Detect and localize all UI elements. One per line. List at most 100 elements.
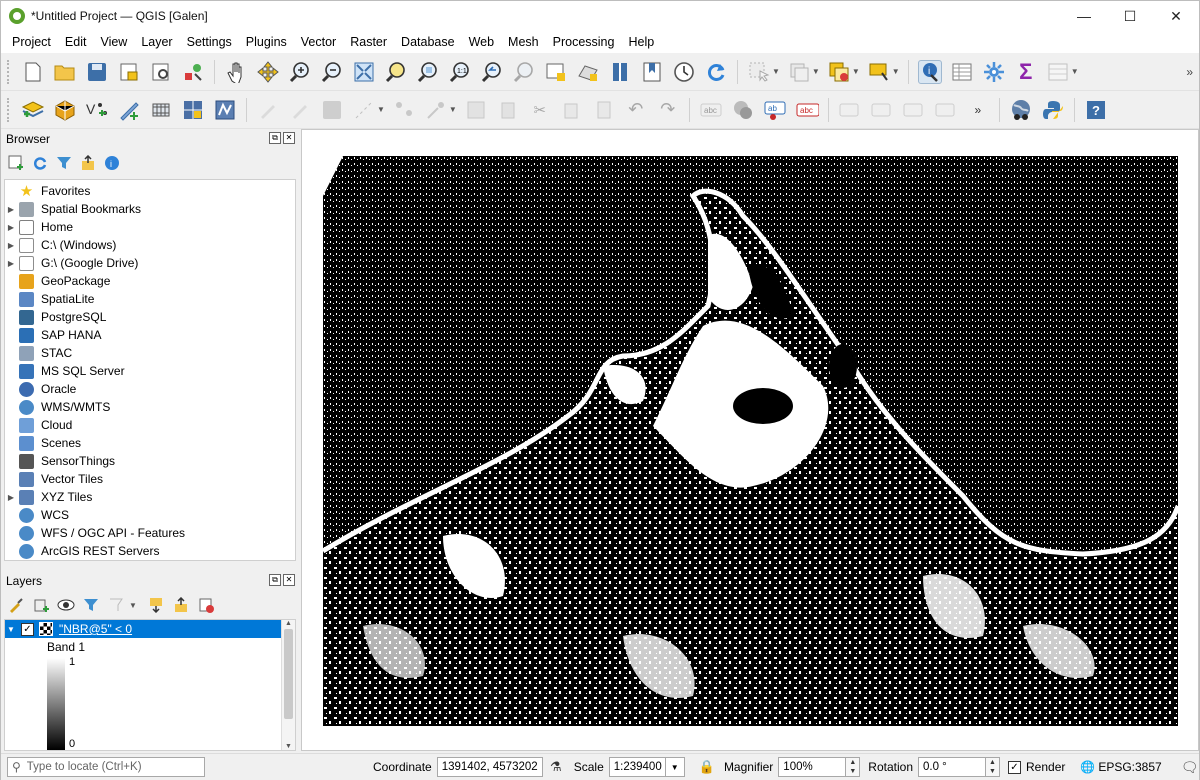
expand-arrow-icon[interactable]: ▶ [5, 259, 17, 268]
crs-globe-icon[interactable]: 🌐 [1080, 760, 1095, 774]
browser-item[interactable]: WFS / OGC API - Features [5, 524, 295, 542]
menu-settings[interactable]: Settings [180, 35, 239, 49]
browser-item[interactable]: Oracle [5, 380, 295, 398]
new-shapefile-icon[interactable]: V [85, 98, 109, 122]
collapse-arrow-icon[interactable]: ▼ [5, 625, 17, 634]
browser-item[interactable]: ▶ Spatial Bookmarks [5, 200, 295, 218]
save-edits-icon[interactable] [320, 98, 344, 122]
pan-icon[interactable] [224, 60, 248, 84]
browser-item[interactable]: Vector Tiles [5, 470, 295, 488]
browser-item[interactable]: GeoPackage [5, 272, 295, 290]
label-properties-icon[interactable] [934, 98, 958, 122]
open-styling-panel-icon[interactable] [7, 596, 25, 614]
toolbar-overflow-icon[interactable]: » [1186, 65, 1193, 79]
copy-features-icon[interactable]: ✂ [528, 98, 552, 122]
dropdown-arrow-icon[interactable]: ▼ [892, 67, 900, 76]
scale-field[interactable]: 1:239400 [608, 757, 665, 777]
zoom-to-layer-icon[interactable] [416, 60, 440, 84]
expand-arrow-icon[interactable]: ▶ [5, 205, 17, 214]
refresh-icon[interactable] [31, 154, 49, 172]
scale-dropdown-arrow-icon[interactable]: ▼ [664, 757, 685, 777]
browser-item[interactable]: WMS/WMTS [5, 398, 295, 416]
browser-item[interactable]: WCS [5, 506, 295, 524]
menu-help[interactable]: Help [621, 35, 661, 49]
expand-arrow-icon[interactable]: ▶ [5, 223, 17, 232]
new-project-icon[interactable] [21, 60, 45, 84]
messages-icon[interactable]: 🗨 [1181, 759, 1199, 776]
redo-icon[interactable]: ↶ [624, 98, 648, 122]
manage-visibility-icon[interactable] [57, 596, 75, 614]
collapse-all-icon[interactable] [79, 154, 97, 172]
settings-gear-icon[interactable] [982, 60, 1006, 84]
close-button[interactable]: ✕ [1153, 1, 1199, 31]
dropdown-arrow-icon[interactable]: ▼ [377, 105, 385, 114]
zoom-in-icon[interactable] [288, 60, 312, 84]
add-selected-layers-icon[interactable] [7, 154, 25, 172]
pin-labels-icon[interactable] [731, 98, 755, 122]
zoom-native-icon[interactable]: 1:1 [448, 60, 472, 84]
current-edits-icon[interactable] [288, 98, 312, 122]
show-labels-icon[interactable]: abc [795, 98, 819, 122]
dropdown-arrow-icon[interactable]: ▼ [772, 67, 780, 76]
attribute-table-icon[interactable] [950, 60, 974, 84]
close-panel-icon[interactable]: ✕ [283, 574, 295, 586]
minimize-button[interactable]: — [1061, 1, 1107, 31]
float-panel-icon[interactable]: ⧉ [269, 132, 281, 144]
maximize-button[interactable]: ☐ [1107, 1, 1153, 31]
style-manager-icon[interactable] [181, 60, 205, 84]
help-icon[interactable]: ? [1084, 98, 1108, 122]
menu-plugins[interactable]: Plugins [239, 35, 294, 49]
statistics-sum-icon[interactable]: Σ [1014, 59, 1038, 84]
close-panel-icon[interactable]: ✕ [283, 132, 295, 144]
rotation-field[interactable]: 0.0 ° [918, 757, 986, 777]
menu-database[interactable]: Database [394, 35, 462, 49]
deselect-icon[interactable] [787, 60, 811, 84]
identify-icon[interactable]: i [917, 59, 942, 84]
zoom-last-icon[interactable] [480, 60, 504, 84]
menu-view[interactable]: View [93, 35, 134, 49]
pan-to-selection-icon[interactable] [256, 60, 280, 84]
delete-selected-icon[interactable] [464, 98, 488, 122]
browser-item[interactable]: SpatiaLite [5, 290, 295, 308]
toolbar-grip[interactable] [7, 59, 11, 84]
browser-tree[interactable]: ★ Favorites ▶ Spatial Bookmarks ▶ Home ▶ C:\ (W… [4, 179, 296, 561]
show-bookmarks-icon[interactable] [672, 60, 696, 84]
print-layout-icon[interactable] [149, 60, 173, 84]
temporal-controller-icon[interactable] [608, 60, 632, 84]
zoom-full-icon[interactable] [352, 60, 376, 84]
toggle-editing-icon[interactable] [256, 98, 280, 122]
browser-item[interactable]: ArcGIS REST Servers [5, 542, 295, 560]
expand-arrow-icon[interactable]: ▶ [5, 493, 17, 502]
toggle-extents-icon[interactable]: ⚗ [547, 758, 565, 776]
add-group-icon[interactable] [32, 596, 50, 614]
world-map-icon[interactable] [1009, 98, 1033, 122]
browser-item[interactable]: ▶ XYZ Tiles [5, 488, 295, 506]
new-geopackage-icon[interactable] [53, 98, 77, 122]
menu-web[interactable]: Web [462, 35, 501, 49]
menu-edit[interactable]: Edit [58, 35, 94, 49]
menu-layer[interactable]: Layer [134, 35, 179, 49]
collapse-all-icon[interactable] [172, 596, 190, 614]
browser-item[interactable]: ▶ Home [5, 218, 295, 236]
map-canvas[interactable] [301, 129, 1199, 751]
save-project-icon[interactable] [85, 60, 109, 84]
bookmark-icon[interactable] [640, 60, 664, 84]
paste-features-icon[interactable] [560, 98, 584, 122]
menu-raster[interactable]: Raster [343, 35, 394, 49]
menu-processing[interactable]: Processing [546, 35, 622, 49]
label-icon[interactable]: ↷ [656, 98, 680, 122]
new-map-view-icon[interactable] [544, 60, 568, 84]
digitize-icon[interactable] [352, 98, 376, 122]
zoom-next-icon[interactable] [512, 60, 536, 84]
filter-by-expression-icon[interactable] [107, 596, 125, 614]
layer-row[interactable]: ▼ ✓ "NBR@5" < 0 [5, 620, 295, 638]
browser-item[interactable]: PostgreSQL [5, 308, 295, 326]
new-3d-view-icon[interactable] [576, 60, 600, 84]
render-checkbox[interactable]: ✓ [1008, 760, 1021, 774]
data-source-manager-icon[interactable] [21, 98, 45, 122]
filter-icon[interactable] [55, 154, 73, 172]
dropdown-arrow-icon[interactable]: ▼ [1071, 67, 1079, 76]
locator-search-field[interactable]: ⚲ Type to locate (Ctrl+K) [7, 757, 205, 777]
vertex-tool-icon[interactable] [392, 98, 416, 122]
open-project-icon[interactable] [53, 60, 77, 84]
